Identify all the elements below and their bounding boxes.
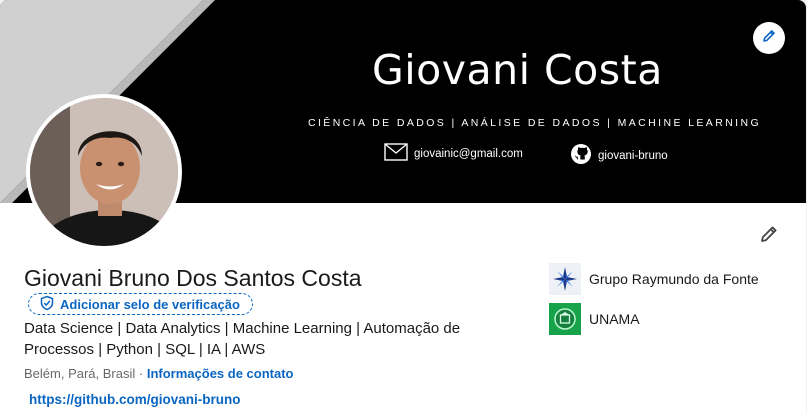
pencil-icon [758,223,780,250]
shield-check-icon [39,295,55,314]
location-row: Belém, Pará, Brasil · Informações de con… [24,366,294,381]
location-text: Belém, Pará, Brasil [24,366,136,381]
organization-name: Grupo Raymundo da Fonte [589,271,759,287]
profile-name: Giovani Bruno Dos Santos Costa [24,265,362,291]
banner-email: giovainic@gmail.com [384,143,523,164]
edit-banner-button[interactable] [753,22,785,54]
banner-github-text: giovani-bruno [598,149,668,162]
profile-card: Giovani Costa CIÊNCIA DE DADOS | ANÁLISE… [0,0,806,414]
website-link[interactable]: https://github.com/giovani-bruno [29,392,240,407]
add-verification-badge-button[interactable]: Adicionar selo de verificação [28,293,253,315]
banner-subtitle: CIÊNCIA DE DADOS | ANÁLISE DE DADOS | MA… [308,117,762,129]
avatar-photo [30,98,178,246]
pencil-icon [761,28,777,49]
github-icon [570,143,592,168]
contact-info-link[interactable]: Informações de contato [147,366,294,381]
organization-item[interactable]: UNAMA [549,303,640,335]
company-logo-icon [549,263,581,295]
edit-profile-button[interactable] [754,221,784,251]
university-logo-icon [549,303,581,335]
banner-github: giovani-bruno [570,143,668,168]
organization-name: UNAMA [589,311,640,327]
organization-item[interactable]: Grupo Raymundo da Fonte [549,263,759,295]
banner-title: Giovani Costa [372,46,663,94]
avatar[interactable] [26,94,182,250]
banner-email-text: giovainic@gmail.com [414,147,523,160]
separator-dot: · [138,366,144,381]
envelope-icon [384,143,408,164]
verify-badge-label: Adicionar selo de verificação [60,296,240,312]
profile-headline: Data Science | Data Analytics | Machine … [24,320,461,358]
